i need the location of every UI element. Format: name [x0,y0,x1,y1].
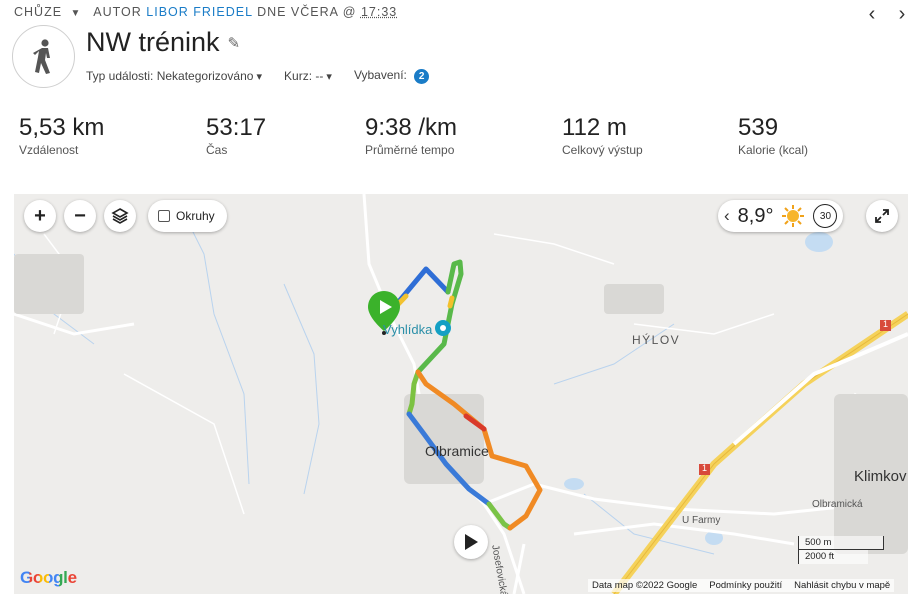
scale-imperial: 2000 ft [798,550,868,564]
map-data-copyright: Data map ©2022 Google [592,580,698,591]
author-prefix: AUTOR [93,5,142,19]
report-error-link[interactable]: Nahlásit chybu v mapě [794,580,890,591]
weather-widget[interactable]: ‹ 8,9° 30 [718,200,844,232]
stat-label: Čas [206,143,228,157]
google-logo[interactable]: Google [20,568,77,588]
stat-pace: 9:38 /km Průměrné tempo [365,113,457,157]
road-number-1: 1 [883,319,889,329]
gear-selector[interactable]: Vybavení: 2 [353,68,430,84]
stat-value: 9:38 /km [365,114,458,141]
course-dropdown[interactable]: Kurz: -- [284,69,332,83]
viewpoint-poi-icon [435,320,451,336]
zoom-out-button[interactable]: − [64,200,96,232]
fullscreen-button[interactable] [866,200,898,232]
map-layers-button[interactable] [104,200,136,232]
stat-value: 112 m [562,114,627,141]
place-label-klimkovice: Klimkov [854,468,907,485]
previous-activity-icon[interactable]: ‹ [864,4,880,24]
edit-pencil-icon[interactable]: ✎ [228,34,241,52]
activity-type-avatar [12,25,75,88]
play-route-button[interactable] [454,525,488,559]
stat-label: Vzdálenost [19,143,79,157]
activity-meta: Typ události: Nekategorizováno Kurz: -- … [86,68,430,84]
laps-toggle[interactable]: Okruhy [148,200,227,232]
stat-label: Celkový výstup [562,143,643,157]
author-link[interactable]: LIBOR FRIEDEL [146,5,252,19]
gear-label: Vybavení: [353,68,407,82]
scale-metric: 500 m [798,536,884,550]
zoom-in-button[interactable]: + [24,200,56,232]
date-prefix: DNE VČERA @ [257,5,357,19]
stat-elevation-gain: 112 m Celkový výstup [562,113,643,157]
stat-distance: 5,53 km Vzdálenost [19,113,104,157]
activity-time: 17:33 [360,5,398,19]
stat-calories: 539 Kalorie (kcal) [738,113,808,157]
street-label-olbramicka: Olbramická [812,499,863,510]
stat-time: 53:17 Čas [206,113,266,157]
laps-label: Okruhy [176,209,215,223]
expand-icon [875,209,889,223]
stat-value: 5,53 km [19,114,105,141]
poi-label-vyhlidka: Vyhlídka [383,322,433,337]
google-logo-text: Google [20,568,77,587]
weather-timer-icon: 30 [813,204,838,228]
stat-label: Kalorie (kcal) [738,143,809,157]
street-label-u-farmy: U Farmy [682,515,721,526]
activity-title: NW trénink [86,27,220,57]
temperature-value: 8,9° [737,204,774,227]
next-activity-icon[interactable]: › [894,4,910,24]
event-type-dropdown[interactable]: Typ události: Nekategorizováno [86,69,262,83]
play-icon [465,534,478,550]
weather-collapse-icon[interactable]: ‹ [724,206,730,226]
stat-value: 539 [738,114,779,141]
gear-count-badge: 2 [414,69,430,84]
layers-icon [111,208,129,224]
activity-nav: ‹ › [864,4,910,24]
place-label-olbramice: Olbramice [425,443,489,459]
activity-type-dropdown-icon[interactable]: ▼ [71,8,82,19]
walking-person-icon [32,38,50,74]
laps-checkbox[interactable] [158,210,170,222]
sun-icon [782,205,805,227]
stat-value: 53:17 [206,114,267,141]
terms-link[interactable]: Podmínky použití [709,580,782,591]
activity-type-label: CHŮZE [14,5,63,19]
activity-map[interactable]: + − Okruhy ‹ 8,9° 30 Vyhlídka HÝLOV Olbr… [14,194,908,594]
map-attribution: Data map ©2022 Google Podmínky použití N… [588,579,895,592]
road-number-1b: 1 [702,463,708,473]
stat-label: Průměrné tempo [365,143,455,157]
map-scale[interactable]: 500 m 2000 ft [798,536,884,564]
page-title: NW trénink ✎ [86,27,240,58]
activity-header-line: CHŮZE ▼ AUTOR LIBOR FRIEDEL DNE VČERA @ … [14,5,397,19]
place-label-hylov: HÝLOV [632,333,681,347]
